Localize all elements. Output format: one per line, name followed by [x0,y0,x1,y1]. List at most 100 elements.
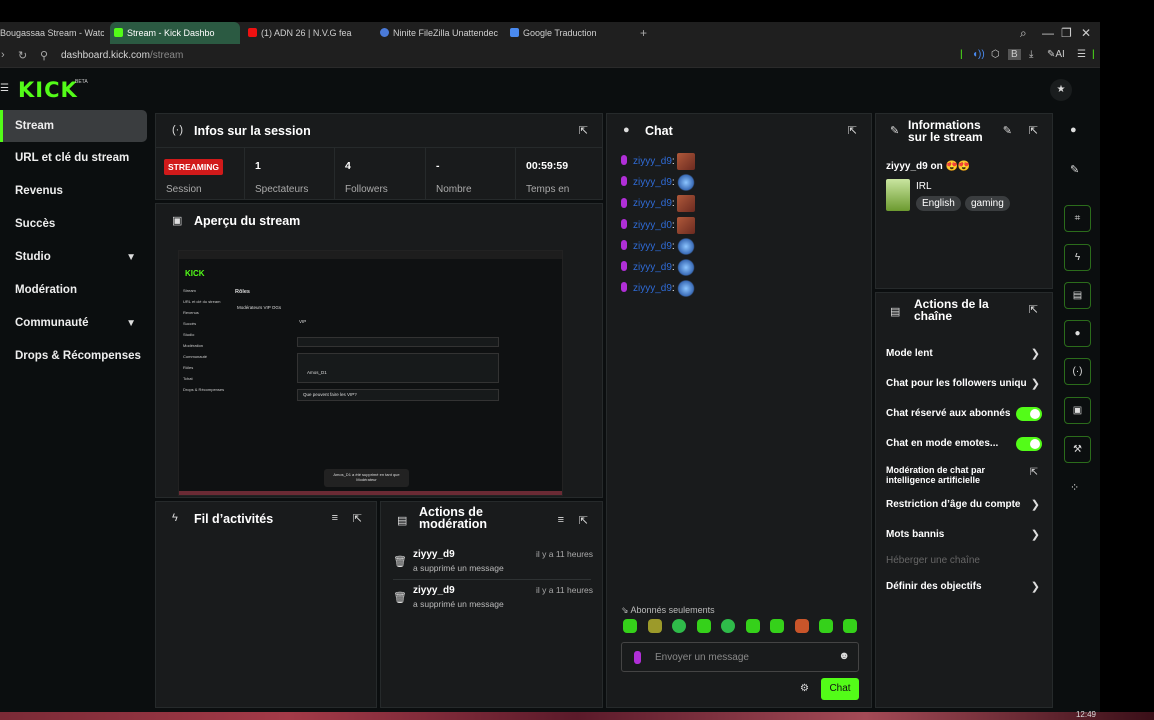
search-tabs-icon[interactable]: ⌕ [1020,26,1027,41]
channel-action-label[interactable]: Restriction d’âge du compte [886,499,1020,510]
popout-icon[interactable]: ⇱ [1029,124,1038,137]
minimize-icon[interactable]: — [1042,26,1054,40]
emote-icon[interactable] [770,619,784,633]
document-icon[interactable]: ▤ [1064,282,1091,309]
bolt-icon[interactable]: ϟ [1064,244,1091,271]
favorite-button[interactable]: ★ [1050,79,1072,101]
chat-emote-icon[interactable] [676,259,695,276]
sidebar-item-stream-key[interactable]: URL et clé du stream [0,142,150,175]
edit-icon[interactable]: ✎ [1070,163,1079,176]
edit-icon[interactable]: ✎ [1003,124,1012,137]
filter-icon[interactable]: ≡ [558,514,564,526]
sidebar-item-communaute[interactable]: Communauté ▼ [0,307,150,340]
chevron-right-icon[interactable]: ❯ [1031,528,1040,541]
sidebar-item-studio[interactable]: Studio ▼ [0,241,150,274]
chat-emote-icon[interactable] [676,153,695,170]
emoji-picker-icon[interactable]: ☻ [838,650,850,662]
emote-icon[interactable] [795,619,809,633]
chevron-right-icon[interactable]: ❯ [1031,347,1040,360]
chat-username[interactable]: ziyyy_d9 [633,241,672,252]
channel-action-label[interactable]: Héberger une chaîne [886,555,980,566]
chevron-right-icon[interactable]: ❯ [1031,498,1040,511]
emote-icon[interactable] [672,619,686,633]
channel-action-label[interactable]: Mode lent [886,348,933,359]
browser-menu-icon[interactable]: ☰ [1077,49,1086,60]
info-icon[interactable]: ● [1070,124,1077,136]
browser-tab-adn[interactable]: (1) ADN 26 | N.V.G fea [244,22,370,44]
channel-actions-icon[interactable]: ▣ [1064,397,1091,424]
chat-username[interactable]: ziyyy_d9 [633,283,672,294]
chevron-right-icon[interactable]: ❯ [1031,377,1040,390]
popout-icon[interactable]: ⇱ [579,514,588,527]
chat-emote-icon[interactable] [676,174,695,192]
sidebar-item-drops[interactable]: Drops & Récompenses [0,340,150,373]
emote-icon[interactable] [697,619,711,633]
chat-username[interactable]: ziyyy_d0 [633,220,672,231]
chat-message-input[interactable]: Envoyer un message ☻ [621,642,859,672]
new-tab-button[interactable]: + [640,26,647,40]
emote-icon[interactable] [721,619,735,633]
toggle-switch[interactable] [1016,407,1042,421]
forward-icon[interactable]: › [1,49,5,61]
emote-icon[interactable] [819,619,833,633]
popout-icon[interactable]: ⇱ [848,124,857,137]
chat-emote-icon[interactable] [676,216,695,234]
reload-icon[interactable]: ↻ [18,49,27,62]
popout-icon[interactable]: ⇱ [353,512,362,525]
chat-username[interactable]: ziyyy_d9 [633,156,672,167]
external-link-icon[interactable]: ⇱ [1030,467,1038,478]
popout-icon[interactable]: ⇱ [579,124,588,137]
browser-tab-ninite[interactable]: Ninite FileZilla Unattendec [376,22,502,44]
emote-icon[interactable] [648,619,662,633]
browser-tab-google-traduction[interactable]: Google Traduction [506,22,632,44]
ai-assistant-button[interactable]: ✎AI [1047,49,1065,60]
emote-icon[interactable] [843,619,857,633]
bitwarden-extension-button[interactable]: B [1008,49,1021,60]
sidebar-item-succes[interactable]: Succès [0,208,150,241]
filter-icon[interactable]: ≡ [332,512,338,524]
chat-bubble-icon[interactable]: ● [1064,320,1091,347]
chat-settings-icon[interactable]: ⚙ [800,683,809,694]
channel-action-label[interactable]: Chat en mode emotes... [886,438,998,449]
browser-tab-kick-dashboard[interactable]: Stream - Kick Dashbo [110,22,240,44]
chat-username[interactable]: ziyyy_d9 [633,199,672,210]
sidebar-item-moderation[interactable]: Modération [0,274,150,307]
chat-emote-icon[interactable] [676,195,695,213]
channel-action-label[interactable]: Chat pour les followers uniquement [886,378,1026,389]
stream-tag[interactable]: English [916,196,961,211]
url-field[interactable]: dashboard.kick.com/stream [61,50,183,61]
download-icon[interactable]: ⤓ [1029,49,1033,60]
channel-action-label[interactable]: Mots bannis [886,529,944,540]
chevron-right-icon[interactable]: ❯ [1031,580,1040,593]
emote-icon[interactable] [623,619,637,633]
sidebar-item-revenus[interactable]: Revenus [0,175,150,208]
wrench-icon[interactable]: ⚒ [1064,436,1091,463]
broadcast-icon[interactable]: (·) [1064,358,1091,385]
toggle-switch[interactable] [1016,437,1042,451]
more-tools-icon[interactable]: ⁘ [1070,481,1079,494]
chat-username[interactable]: ziyyy_d9 [633,177,672,188]
channel-action-label[interactable]: Définir des objectifs [886,581,982,592]
kick-logo[interactable]: KICK [18,78,78,102]
browser-tab-bougassaa[interactable]: Bougassaa Stream - Watc [0,22,104,44]
log-user[interactable]: ziyyy_d9 [413,585,455,596]
stream-tag[interactable]: gaming [965,196,1010,211]
restore-icon[interactable]: ❐ [1061,26,1072,40]
menu-icon[interactable]: ☰ [0,83,9,94]
read-aloud-icon[interactable]: ◖)) [972,49,985,60]
log-user[interactable]: ziyyy_d9 [413,549,455,560]
extensions-icon[interactable]: ⬡ [991,49,1000,60]
chat-emote-icon[interactable] [676,237,695,255]
sidebar-item-stream[interactable]: Stream [0,110,147,142]
close-icon[interactable]: ✕ [1081,26,1091,40]
channel-action-label[interactable]: Chat réservé aux abonnés [886,408,1011,419]
stream-preview-video[interactable]: KICK Stream URL et clé du stream Revenus… [178,250,563,496]
channel-action-label[interactable]: Modération de chat par intelligence arti… [886,465,1016,485]
chat-send-button[interactable]: Chat [821,678,859,700]
popout-icon[interactable]: ⇱ [1029,303,1038,316]
site-info-icon[interactable]: ⚲ [40,49,48,62]
stream-category[interactable]: IRL [916,181,932,192]
clip-icon[interactable]: ⌗ [1064,205,1091,232]
emote-icon[interactable] [746,619,760,633]
chat-emote-icon[interactable] [676,280,695,298]
